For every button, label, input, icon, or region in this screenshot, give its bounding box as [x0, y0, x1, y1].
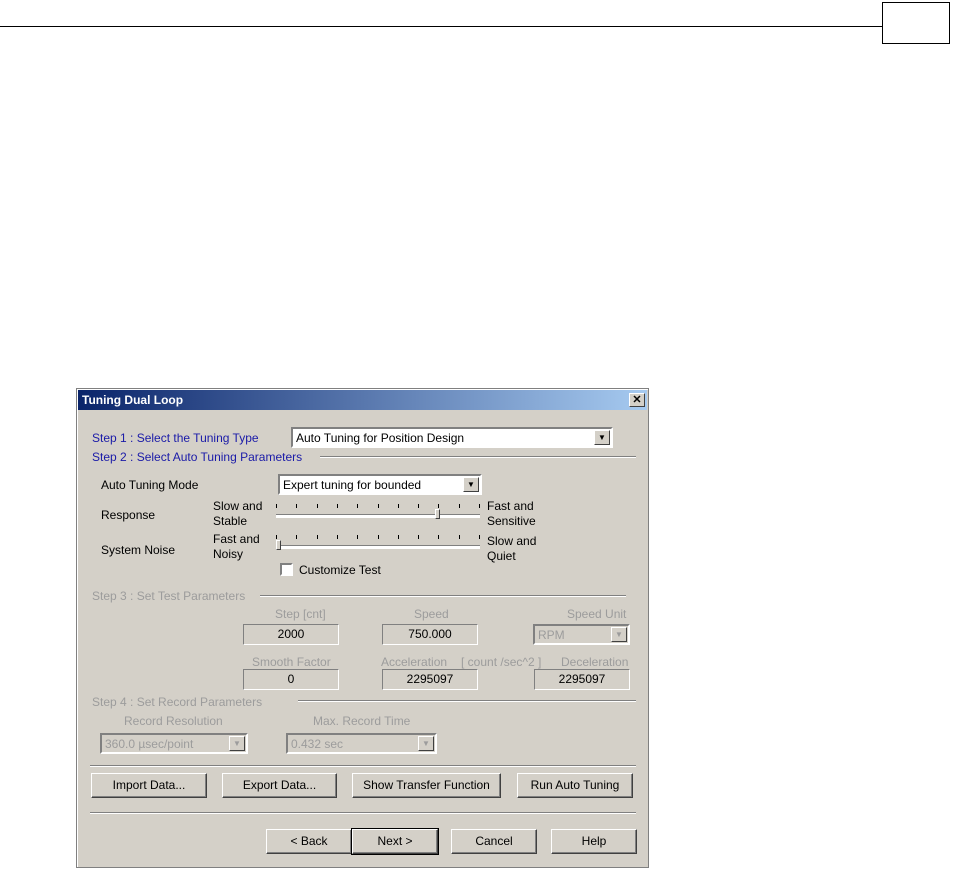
slider-tick	[378, 504, 379, 508]
step-cnt-field[interactable]: 2000	[243, 624, 339, 645]
help-button[interactable]: Help	[551, 829, 637, 854]
slider-tick	[459, 504, 460, 508]
speed-label: Speed	[414, 607, 449, 621]
slider-tick	[479, 535, 480, 539]
step4-label: Step 4 : Set Record Parameters	[92, 695, 263, 709]
noise-left-label-1: Fast and	[213, 532, 260, 546]
slider-tick	[438, 504, 439, 508]
show-transfer-function-button[interactable]: Show Transfer Function	[352, 773, 501, 798]
slider-tick	[398, 504, 399, 508]
speed-unit-value: RPM	[538, 628, 565, 642]
chevron-down-icon[interactable]: ▼	[594, 430, 610, 445]
import-data-button[interactable]: Import Data...	[91, 773, 207, 798]
close-button[interactable]: ✕	[629, 393, 645, 407]
slider-tick	[317, 535, 318, 539]
customize-test-label: Customize Test	[299, 563, 381, 577]
slider-tick	[276, 535, 277, 539]
slider-tick	[357, 535, 358, 539]
tuning-dialog: Tuning Dual Loop ✕ Step 1 : Select the T…	[76, 388, 649, 868]
response-label: Response	[101, 508, 156, 522]
page-number-box	[882, 2, 950, 44]
auto-tuning-mode-select[interactable]: Expert tuning for bounded ▼	[278, 474, 482, 495]
tuning-type-select[interactable]: Auto Tuning for Position Design ▼	[291, 427, 613, 448]
step2-divider	[320, 456, 636, 458]
slider-tick	[357, 504, 358, 508]
slider-tick	[459, 535, 460, 539]
slider-tick	[276, 504, 277, 508]
actions-divider	[90, 765, 636, 767]
response-slider-track	[276, 514, 480, 518]
step1-label: Step 1 : Select the Tuning Type	[92, 431, 259, 445]
system-noise-slider-thumb[interactable]	[276, 540, 281, 550]
cancel-button[interactable]: Cancel	[451, 829, 537, 854]
response-slider-thumb[interactable]	[435, 509, 440, 519]
step2-label: Step 2 : Select Auto Tuning Parameters	[92, 450, 303, 464]
step3-label: Step 3 : Set Test Parameters	[92, 589, 246, 603]
chevron-down-icon[interactable]: ▼	[229, 736, 245, 751]
slider-tick	[337, 504, 338, 508]
step-cnt-label: Step [cnt]	[275, 607, 326, 621]
page-header-rule	[0, 26, 882, 27]
acceleration-unit-label: [ count /sec^2 ]	[461, 655, 542, 669]
slider-tick	[317, 504, 318, 508]
deceleration-label: Deceleration	[561, 655, 629, 669]
response-left-label-1: Slow and	[213, 499, 263, 513]
auto-tuning-mode-label: Auto Tuning Mode	[101, 478, 199, 492]
noise-right-label-1: Slow and	[487, 534, 537, 548]
max-record-time-select[interactable]: 0.432 sec ▼	[286, 733, 437, 754]
nav-divider	[90, 812, 636, 814]
next-button[interactable]: Next >	[351, 828, 439, 855]
system-noise-slider[interactable]	[276, 535, 480, 551]
record-resolution-value: 360.0 µsec/point	[105, 737, 194, 751]
step4-divider	[298, 700, 636, 702]
smooth-factor-label: Smooth Factor	[252, 655, 331, 669]
system-noise-slider-track	[276, 545, 480, 549]
step3-divider	[260, 595, 626, 597]
dialog-title: Tuning Dual Loop	[82, 393, 184, 407]
record-resolution-select[interactable]: 360.0 µsec/point ▼	[100, 733, 248, 754]
slider-tick	[378, 535, 379, 539]
close-icon: ✕	[632, 394, 642, 406]
slider-tick	[296, 504, 297, 508]
slider-tick	[438, 535, 439, 539]
slider-tick	[337, 535, 338, 539]
auto-tuning-mode-value: Expert tuning for bounded	[283, 478, 422, 492]
noise-right-label-2: Quiet	[487, 549, 516, 563]
record-resolution-label: Record Resolution	[124, 714, 223, 728]
acceleration-label: Acceleration	[381, 655, 448, 669]
response-left-label-2: Stable	[213, 514, 248, 528]
chevron-down-icon[interactable]: ▼	[463, 477, 479, 492]
max-record-time-value: 0.432 sec	[291, 737, 344, 751]
response-right-label-2: Sensitive	[487, 514, 536, 528]
tuning-type-value: Auto Tuning for Position Design	[296, 431, 465, 445]
slider-tick	[296, 535, 297, 539]
slider-tick	[418, 535, 419, 539]
smooth-factor-field[interactable]: 0	[243, 669, 339, 690]
slider-tick	[479, 504, 480, 508]
max-record-time-label: Max. Record Time	[313, 714, 411, 728]
system-noise-label: System Noise	[101, 543, 176, 557]
response-slider[interactable]	[276, 504, 480, 520]
export-data-button[interactable]: Export Data...	[222, 773, 337, 798]
response-right-label-1: Fast and	[487, 499, 534, 513]
deceleration-field[interactable]: 2295097	[534, 669, 630, 690]
slider-tick	[418, 504, 419, 508]
noise-left-label-2: Noisy	[213, 547, 244, 561]
customize-test-checkbox[interactable]	[280, 563, 293, 576]
title-bar: Tuning Dual Loop ✕	[78, 390, 647, 410]
chevron-down-icon[interactable]: ▼	[611, 627, 627, 642]
speed-field[interactable]: 750.000	[382, 624, 478, 645]
speed-unit-label: Speed Unit	[567, 607, 627, 621]
back-button[interactable]: < Back	[266, 829, 352, 854]
chevron-down-icon[interactable]: ▼	[418, 736, 434, 751]
speed-unit-select[interactable]: RPM ▼	[533, 624, 630, 645]
run-auto-tuning-button[interactable]: Run Auto Tuning	[517, 773, 633, 798]
acceleration-field[interactable]: 2295097	[382, 669, 478, 690]
slider-tick	[398, 535, 399, 539]
